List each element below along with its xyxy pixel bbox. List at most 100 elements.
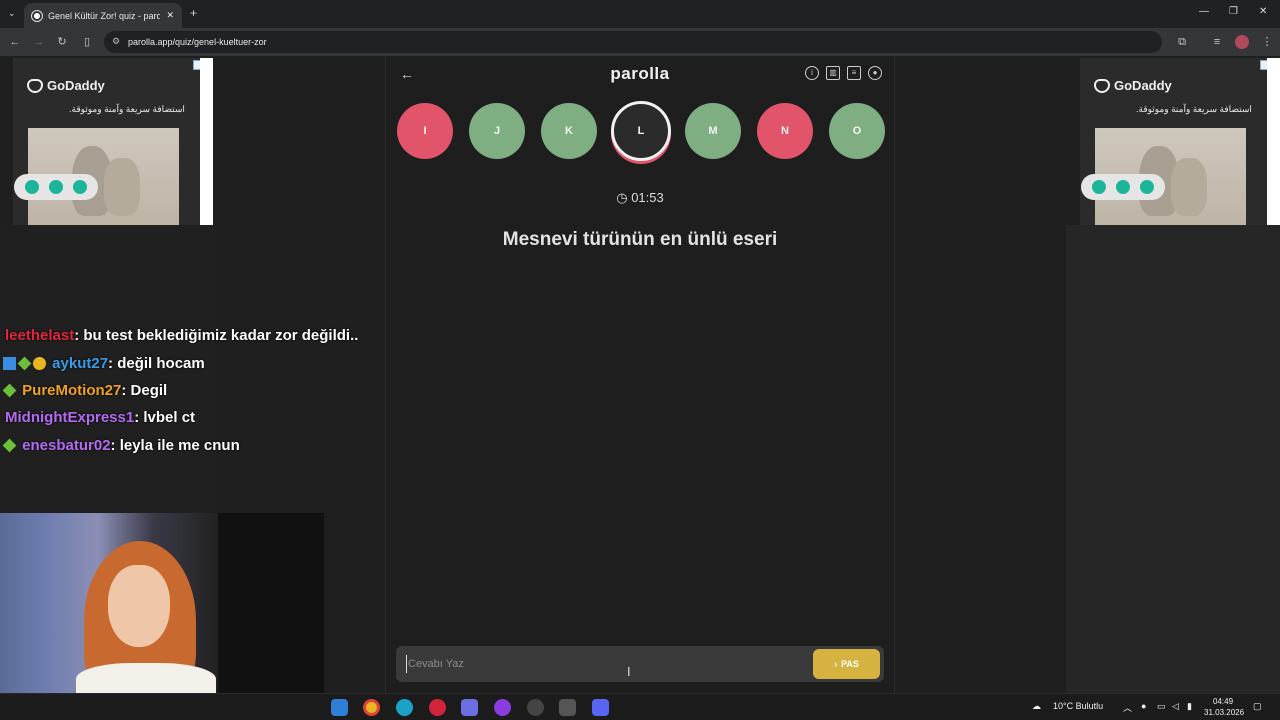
- comments-icon[interactable]: ≡: [847, 66, 861, 80]
- ad-tagline: استضافة سريعة وآمنة وموثوقة.: [69, 104, 185, 114]
- ad-icon-pill: [1081, 174, 1165, 200]
- url-text: parolla.app/quiz/genel-kueltuer-zor: [128, 37, 267, 47]
- letter-circle: O: [829, 103, 885, 159]
- ad-tagline: استضافة سريعة وآمنة وموثوقة.: [1136, 104, 1252, 114]
- letter-circle: J: [469, 103, 525, 159]
- sub-badge-icon: [2, 438, 17, 453]
- chat-text: : değil hocam: [108, 355, 205, 372]
- tab-search-chevron-icon[interactable]: ⌄: [8, 8, 16, 19]
- chrome-icon[interactable]: [363, 699, 380, 716]
- opera-icon[interactable]: [429, 699, 446, 716]
- chat-text: : Degil: [121, 382, 168, 399]
- back-icon[interactable]: ←: [8, 35, 22, 49]
- clock-icon: ◷: [616, 190, 628, 205]
- chat-message: MidnightExpress1: lvbel ct: [5, 409, 195, 426]
- chat-username: MidnightExpress1: [5, 409, 135, 426]
- forward-icon[interactable]: →: [32, 35, 46, 49]
- prime-badge-icon: [3, 357, 16, 370]
- timer: ◷ 01:53: [386, 190, 894, 206]
- address-bar[interactable]: ⚙ parolla.app/quiz/genel-kueltuer-zor: [104, 31, 1162, 53]
- extensions-icon[interactable]: ⧉: [1175, 35, 1189, 49]
- letter-circle-current: L: [611, 101, 671, 161]
- letter-circle: N: [757, 103, 813, 159]
- info-icon[interactable]: i: [805, 66, 819, 80]
- chat-message: aykut27: değil hocam: [3, 355, 205, 372]
- timer-value: 01:53: [631, 190, 664, 205]
- chat-message: leethelast: bu test beklediğimiz kadar z…: [5, 327, 358, 344]
- answer-bar: › PAS: [396, 646, 884, 682]
- weather-cloud-icon[interactable]: ☁: [1032, 701, 1041, 712]
- sub-badge-icon: [2, 383, 17, 398]
- chevron-right-icon: ›: [834, 659, 838, 669]
- twitch-icon[interactable]: [494, 699, 511, 716]
- chat-message: enesbatur02: leyla ile me cnun: [2, 437, 240, 454]
- user-icon[interactable]: ●: [868, 66, 882, 80]
- chat-username: leethelast: [5, 327, 75, 344]
- ad-icon-pill: [14, 174, 98, 200]
- network-icon[interactable]: ▭: [1157, 701, 1166, 712]
- obs-icon[interactable]: [527, 699, 544, 716]
- tab-strip-icon[interactable]: ≡: [1210, 35, 1224, 49]
- godaddy-logo: GoDaddy: [27, 78, 105, 93]
- volume-icon[interactable]: ◁: [1172, 701, 1179, 712]
- security-icon: [49, 180, 63, 194]
- speed-icon: [1140, 180, 1154, 194]
- chat-text: : bu test beklediğimiz kadar zor değildi…: [74, 327, 359, 344]
- godaddy-logo: GoDaddy: [1094, 78, 1172, 93]
- tray-chevron-icon[interactable]: ︿: [1123, 701, 1132, 714]
- chat-text: : leyla ile me cnun: [110, 437, 240, 454]
- site-info-icon[interactable]: ⚙: [112, 36, 120, 47]
- question-text: Mesnevi türünün en ünlü eseri: [502, 229, 778, 250]
- answer-input[interactable]: [406, 655, 806, 673]
- favicon-icon: [32, 10, 42, 21]
- security-icon: [1116, 180, 1130, 194]
- new-tab-button[interactable]: +: [190, 6, 197, 20]
- minimize-icon[interactable]: —: [1199, 6, 1209, 17]
- clock-time[interactable]: 04:49: [1213, 697, 1233, 706]
- quiz-app: ← parolla i ▥ ≡ ● I J K L M N O ◷ 01:53 …: [385, 56, 895, 693]
- tab-title: Genel Kültür Zor! quiz - parolla: [48, 10, 161, 21]
- edge-icon[interactable]: [396, 699, 413, 716]
- chat-message: PureMotion27: Degil: [2, 382, 168, 399]
- letter-circle: M: [685, 103, 741, 159]
- chat-username: enesbatur02: [22, 437, 111, 454]
- settings-gear-icon[interactable]: [559, 699, 576, 716]
- file-explorer-icon[interactable]: [331, 699, 348, 716]
- profile-avatar[interactable]: [1235, 35, 1249, 49]
- menu-kebab-icon[interactable]: ⋮: [1260, 35, 1274, 49]
- sidebar-icon[interactable]: ▯: [80, 35, 94, 49]
- header-icons: i ▥ ≡ ●: [805, 66, 882, 80]
- ad-white-edge: [200, 58, 213, 225]
- mic-icon[interactable]: ●: [1141, 701, 1146, 711]
- letter-circle: K: [541, 103, 597, 159]
- chat-username: aykut27: [52, 355, 109, 372]
- pass-label: PAS: [841, 659, 859, 669]
- maximize-icon[interactable]: ❐: [1229, 6, 1238, 17]
- tab-close-icon[interactable]: ✕: [166, 10, 174, 21]
- sub-badge-icon: [17, 356, 32, 371]
- chat-username: PureMotion27: [22, 382, 122, 399]
- reload-icon[interactable]: ↻: [55, 35, 69, 49]
- left-ad[interactable]: GoDaddy استضافة سريعة وآمنة وموثوقة.: [13, 58, 213, 226]
- clock-date[interactable]: 31.03.2026: [1204, 708, 1244, 717]
- letter-circle: I: [397, 103, 453, 159]
- speed-icon: [73, 180, 87, 194]
- browser-tab[interactable]: Genel Kültür Zor! quiz - parolla ✕: [24, 3, 182, 28]
- copilot-icon[interactable]: [461, 699, 478, 716]
- taskbar: ☁ 10°C Bulutlu ︿ ● ▭ ◁ ▮ 04:49 31.03.202…: [0, 693, 1280, 720]
- text-cursor-icon: I: [627, 664, 631, 679]
- browser-tab-bar: ⌄ Genel Kültür Zor! quiz - parolla ✕ + —…: [0, 0, 1280, 28]
- leaderboard-icon[interactable]: ▥: [826, 66, 840, 80]
- discord-icon[interactable]: [592, 699, 609, 716]
- window-close-icon[interactable]: ✕: [1259, 6, 1267, 17]
- notification-icon[interactable]: ▢: [1253, 701, 1262, 712]
- right-ad[interactable]: GoDaddy استضافة سريعة وآمنة وموثوقة.: [1080, 58, 1280, 226]
- bits-badge-icon: [33, 357, 46, 370]
- ad-white-edge: [1267, 58, 1280, 225]
- weather-text[interactable]: 10°C Bulutlu: [1053, 701, 1103, 711]
- pass-button[interactable]: › PAS: [813, 649, 880, 679]
- hosting-icon: [1092, 180, 1106, 194]
- webcam-dark-area: [218, 513, 324, 693]
- webcam-feed: [0, 513, 218, 693]
- battery-icon[interactable]: ▮: [1187, 701, 1192, 712]
